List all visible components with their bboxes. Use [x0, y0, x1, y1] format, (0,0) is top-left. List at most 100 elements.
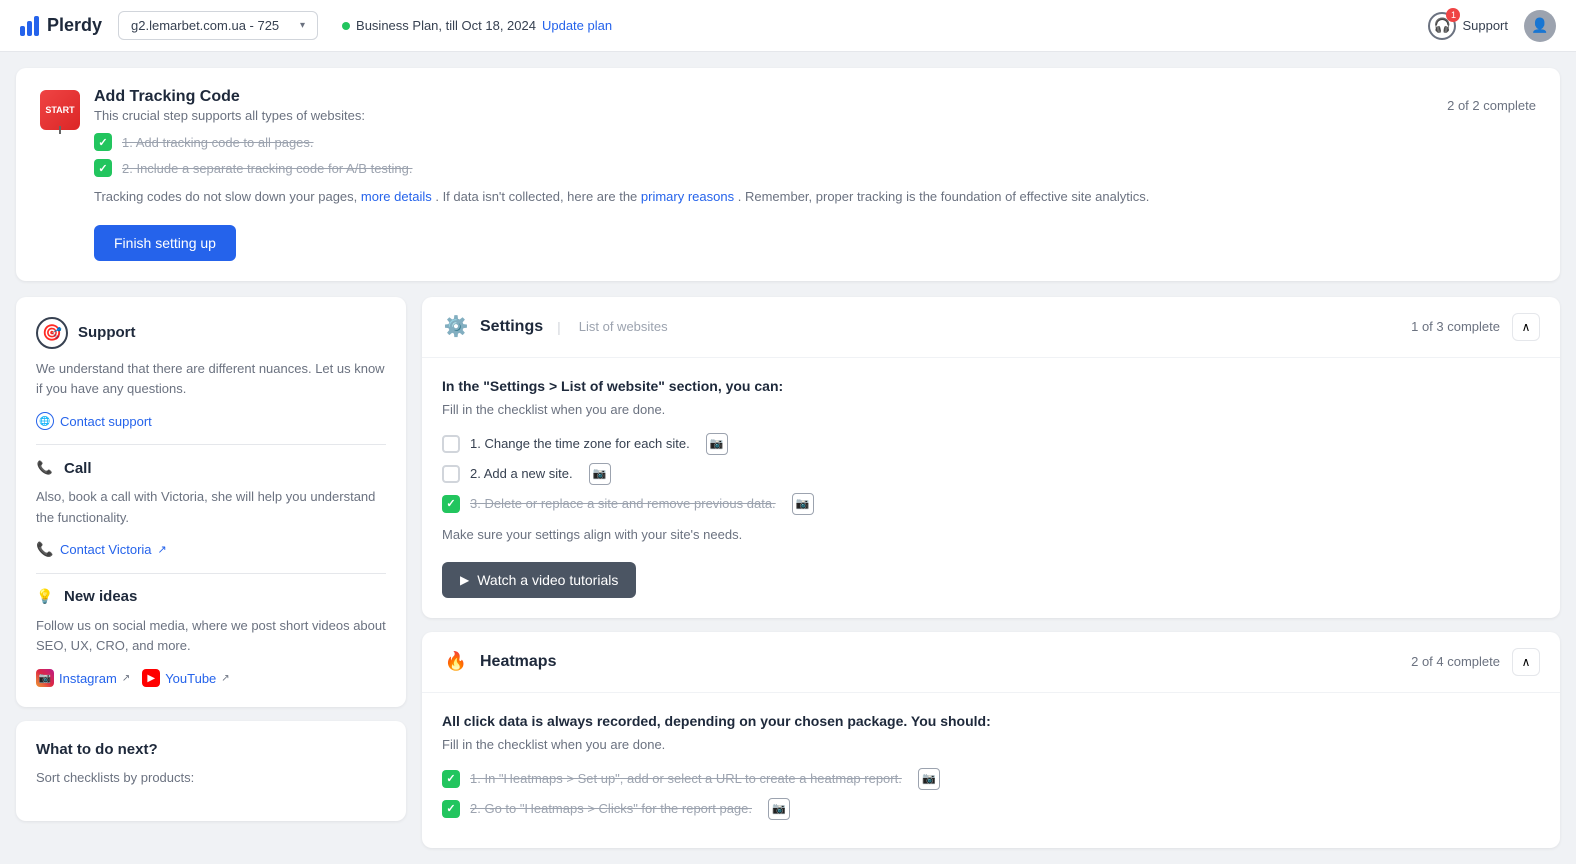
- checkbox-checked-icon[interactable]: [442, 770, 460, 788]
- support-section-title: Support: [78, 324, 136, 341]
- plan-info: Business Plan, till Oct 18, 2024 Update …: [342, 18, 612, 33]
- checkbox-checked-icon[interactable]: [442, 800, 460, 818]
- settings-panel-body: In the "Settings > List of website" sect…: [422, 358, 1560, 618]
- header-right: 🎧 1 Support 👤: [1428, 10, 1556, 42]
- tracking-desc: This crucial step supports all types of …: [94, 108, 365, 123]
- external-link-icon: ↗: [122, 673, 130, 684]
- primary-reasons-link[interactable]: primary reasons: [641, 189, 734, 204]
- right-column: ⚙️ Settings | List of websites 1 of 3 co…: [422, 297, 1560, 848]
- page-wrapper: START Add Tracking Code This crucial ste…: [0, 52, 1576, 864]
- support-label: Support: [1462, 18, 1508, 33]
- logo-bar-1: [20, 26, 25, 36]
- bulb-icon: 💡: [36, 588, 54, 606]
- call-section-header: 📞 Call: [36, 459, 386, 477]
- watch-video-tutorials-button[interactable]: ▶ Watch a video tutorials: [442, 562, 636, 598]
- tracking-flag-icon: START: [40, 90, 80, 130]
- tracking-title: Add Tracking Code: [94, 88, 365, 106]
- update-plan-link[interactable]: Update plan: [542, 18, 612, 33]
- checkbox-unchecked-icon[interactable]: [442, 465, 460, 483]
- settings-panel: ⚙️ Settings | List of websites 1 of 3 co…: [422, 297, 1560, 618]
- what-next-card: What to do next? Sort checklists by prod…: [16, 721, 406, 821]
- youtube-icon: ▶: [142, 669, 160, 687]
- more-details-link[interactable]: more details: [361, 189, 432, 204]
- heatmaps-panel-header: 🔥 Heatmaps 2 of 4 complete ∧: [422, 632, 1560, 693]
- settings-item-2: 2. Add a new site. 📷: [442, 463, 1540, 485]
- checkbox-checked-icon[interactable]: [94, 133, 112, 151]
- chevron-down-icon: ▾: [300, 20, 305, 31]
- plan-text: Business Plan, till Oct 18, 2024: [356, 18, 536, 33]
- what-next-body: Sort checklists by products:: [36, 768, 386, 789]
- heatmaps-panel: 🔥 Heatmaps 2 of 4 complete ∧ All click d…: [422, 632, 1560, 848]
- heatmaps-complete-badge: 2 of 4 complete: [1411, 654, 1500, 669]
- support-card-icon: 🎯: [36, 317, 68, 349]
- heatmaps-panel-body: All click data is always recorded, depen…: [422, 693, 1560, 848]
- checkbox-checked-icon[interactable]: [94, 159, 112, 177]
- support-icon: 🎧 1: [1428, 12, 1456, 40]
- settings-footer-note: Make sure your settings align with your …: [442, 527, 1540, 542]
- heatmaps-item-1-text: 1. In "Heatmaps > Set up", add or select…: [470, 771, 902, 786]
- logo: Plerdy: [20, 15, 102, 36]
- divider: [36, 444, 386, 445]
- two-col-layout: 🎯 Support We understand that there are d…: [16, 297, 1560, 848]
- logo-text: Plerdy: [47, 15, 102, 36]
- settings-item-3: 3. Delete or replace a site and remove p…: [442, 493, 1540, 515]
- settings-item-2-text: 2. Add a new site.: [470, 466, 573, 481]
- settings-panel-header: ⚙️ Settings | List of websites 1 of 3 co…: [422, 297, 1560, 358]
- site-selector-text: g2.lemarbet.com.ua - 725: [131, 18, 294, 33]
- checkbox-checked-icon[interactable]: [442, 495, 460, 513]
- site-selector[interactable]: g2.lemarbet.com.ua - 725 ▾: [118, 11, 318, 40]
- finish-setting-up-button[interactable]: Finish setting up: [94, 225, 236, 261]
- logo-bar-2: [27, 21, 32, 36]
- camera-icon[interactable]: 📷: [792, 493, 814, 515]
- settings-item-1: 1. Change the time zone for each site. 📷: [442, 433, 1540, 455]
- tracking-item-1: 1. Add tracking code to all pages.: [94, 133, 1536, 151]
- camera-icon[interactable]: 📷: [589, 463, 611, 485]
- settings-item-3-text: 3. Delete or replace a site and remove p…: [470, 496, 776, 511]
- contact-victoria-link[interactable]: 📞 Contact Victoria ↗: [36, 541, 386, 559]
- social-links: 📷 Instagram ↗ ▶ YouTube ↗: [36, 669, 386, 687]
- youtube-link[interactable]: ▶ YouTube ↗: [142, 669, 229, 687]
- divider: [36, 573, 386, 574]
- settings-complete-badge: 1 of 3 complete: [1411, 319, 1500, 334]
- settings-fill-note: Fill in the checklist when you are done.: [442, 402, 1540, 417]
- tracking-item-1-text: 1. Add tracking code to all pages.: [122, 135, 314, 150]
- checkbox-unchecked-icon[interactable]: [442, 435, 460, 453]
- camera-icon[interactable]: 📷: [706, 433, 728, 455]
- logo-icon: [20, 16, 39, 36]
- support-button[interactable]: 🎧 1 Support: [1428, 12, 1508, 40]
- header: Plerdy g2.lemarbet.com.ua - 725 ▾ Busine…: [0, 0, 1576, 52]
- what-next-header: What to do next?: [36, 741, 386, 758]
- play-icon: ▶: [460, 573, 469, 587]
- heatmaps-fill-note: Fill in the checklist when you are done.: [442, 737, 1540, 752]
- external-link-icon: ↗: [221, 673, 229, 684]
- instagram-icon: 📷: [36, 669, 54, 687]
- settings-collapse-button[interactable]: ∧: [1512, 313, 1540, 341]
- settings-panel-subtitle: List of websites: [579, 319, 668, 334]
- heatmap-icon: 🔥: [442, 648, 470, 676]
- globe-icon: 🌐: [36, 412, 54, 430]
- instagram-link[interactable]: 📷 Instagram ↗: [36, 669, 130, 687]
- avatar[interactable]: 👤: [1524, 10, 1556, 42]
- tracking-code-card: START Add Tracking Code This crucial ste…: [16, 68, 1560, 281]
- phone-icon-small: 📞: [36, 541, 54, 559]
- external-link-icon: ↗: [158, 543, 167, 556]
- settings-title-group: ⚙️ Settings | List of websites: [442, 313, 668, 341]
- contact-support-link[interactable]: 🌐 Contact support: [36, 412, 386, 430]
- phone-icon: 📞: [36, 459, 54, 477]
- camera-icon[interactable]: 📷: [768, 798, 790, 820]
- tracking-item-2-text: 2. Include a separate tracking code for …: [122, 161, 413, 176]
- settings-panel-title: Settings: [480, 318, 543, 336]
- call-section-body: Also, book a call with Victoria, she wil…: [36, 487, 386, 529]
- heatmaps-item-1: 1. In "Heatmaps > Set up", add or select…: [442, 768, 1540, 790]
- support-section-body: We understand that there are different n…: [36, 359, 386, 401]
- gear-icon: ⚙️: [442, 313, 470, 341]
- camera-icon[interactable]: 📷: [918, 768, 940, 790]
- heatmaps-collapse-button[interactable]: ∧: [1512, 648, 1540, 676]
- tracking-item-2: 2. Include a separate tracking code for …: [94, 159, 1536, 177]
- settings-section-title: In the "Settings > List of website" sect…: [442, 378, 1540, 394]
- plan-status-dot: [342, 22, 350, 30]
- logo-bar-3: [34, 16, 39, 36]
- what-next-title: What to do next?: [36, 741, 158, 758]
- support-section-header: 🎯 Support: [36, 317, 386, 349]
- heatmaps-item-2: 2. Go to "Heatmaps > Clicks" for the rep…: [442, 798, 1540, 820]
